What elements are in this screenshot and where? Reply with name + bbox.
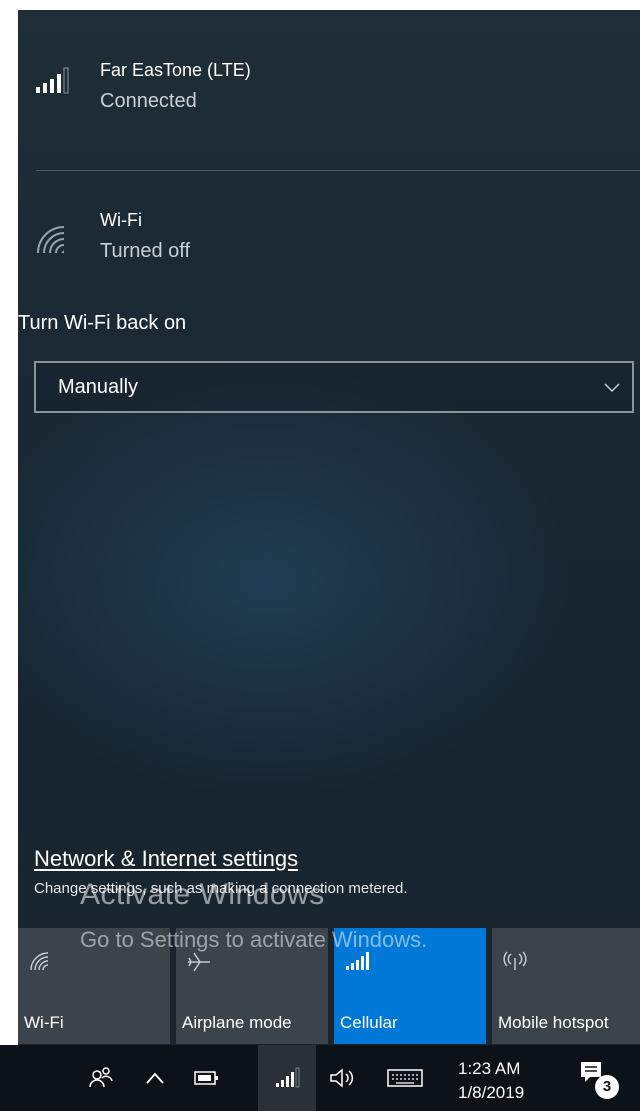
tile-label: Wi-Fi (24, 1013, 64, 1032)
taskbar: 1:23 AM 1/8/2019 3 (0, 1045, 640, 1111)
network-item-wifi[interactable]: Wi-Fi Turned off (18, 190, 640, 290)
network-flyout: Far EasTone (LTE) Connected Wi-Fi Turned… (18, 10, 640, 1045)
chevron-down-icon (604, 383, 620, 393)
divider (36, 170, 640, 171)
network-status: Connected (100, 90, 197, 112)
network-name: Wi-Fi (100, 210, 142, 230)
touch-keyboard-icon[interactable] (386, 1067, 424, 1089)
wifi-back-on-label: Turn Wi-Fi back on (18, 312, 187, 334)
activation-watermark-title: Activate Windows (80, 878, 325, 911)
airplane-icon (188, 952, 210, 972)
activation-watermark-subtitle: Go to Settings to activate Windows. (80, 927, 428, 952)
network-tray-button[interactable] (258, 1045, 316, 1111)
clock[interactable]: 1:23 AM 1/8/2019 (458, 1057, 524, 1105)
wifi-back-on-dropdown[interactable]: Manually (34, 361, 634, 413)
network-status: Turned off (100, 240, 191, 262)
network-item-cellular[interactable]: Far EasTone (LTE) Connected (18, 10, 640, 140)
action-center-button[interactable]: 3 (570, 1045, 640, 1111)
notification-count-badge: 3 (595, 1075, 619, 1099)
hotspot-icon (503, 951, 527, 970)
battery-icon[interactable] (193, 1069, 221, 1087)
clock-date: 1/8/2019 (458, 1083, 525, 1102)
cellular-signal-icon (346, 952, 369, 970)
wifi-icon (30, 952, 49, 971)
wifi-icon (37, 226, 65, 254)
tile-label: Cellular (340, 1013, 398, 1032)
tile-label: Airplane mode (182, 1013, 292, 1032)
network-settings-link[interactable]: Network & Internet settings (34, 846, 298, 872)
clock-time: 1:23 AM (458, 1059, 521, 1078)
network-name: Far EasTone (LTE) (100, 60, 251, 80)
cellular-signal-icon (276, 1067, 300, 1088)
chevron-up-icon[interactable] (144, 1069, 166, 1087)
cellular-signal-icon (36, 67, 69, 94)
people-icon[interactable] (88, 1065, 114, 1091)
tile-mobile-hotspot[interactable]: Mobile hotspot (492, 928, 640, 1044)
dropdown-selected-value: Manually (58, 376, 139, 398)
tile-label: Mobile hotspot (498, 1013, 609, 1032)
volume-icon[interactable] (328, 1066, 358, 1090)
